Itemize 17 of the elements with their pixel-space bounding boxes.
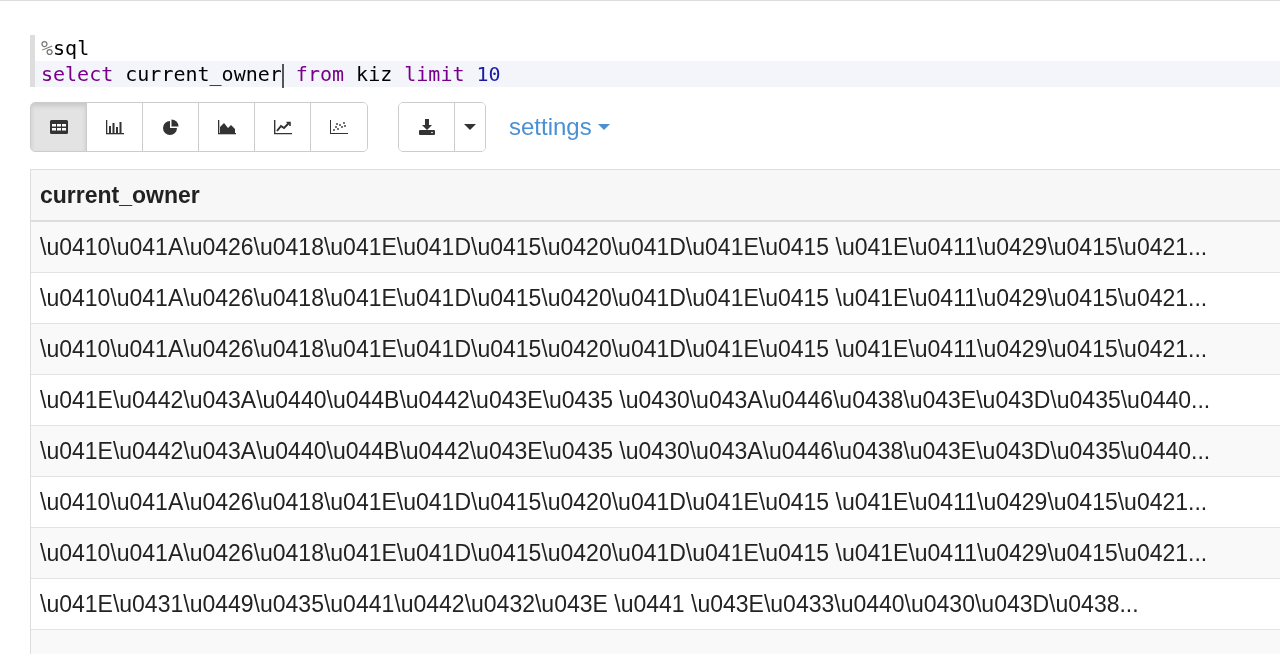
- bar-chart-icon: [104, 118, 125, 136]
- code-line: %sql: [40, 35, 91, 61]
- caret-icon: [464, 123, 476, 131]
- download-icon: [416, 118, 437, 136]
- settings-link[interactable]: settings: [509, 113, 610, 141]
- table-cell: \u0410\u041A\u0426\u0418\u041E\u041D\u0415\u0420\u041D\u041E\u0415 \u041E\u0411\u0429\u0415\u0421...: [31, 273, 1280, 324]
- table-chart-icon: [48, 118, 69, 136]
- table-view-button[interactable]: [31, 103, 87, 151]
- table-cell: \u041E\u0431\u0449\u0435\u0441\u0442\u0432\u043E \u0441 \u043E\u0433\u0440\u0430\u043D\u0438...: [31, 579, 1280, 630]
- table-cell: \u0410\u041A\u0426\u0418\u041E\u041D\u0415\u0420\u041D\u041E\u0415 \u041E\u0411\u0429\u0415\u0421...: [31, 477, 1280, 528]
- pie-chart-icon: [160, 118, 181, 136]
- table-cell: \u041E\u0442\u043A\u0440\u044B\u0442\u043E\u0435 \u0430\u043A\u0446\u0438\u043E\u043D\u0435\u0440...: [31, 375, 1280, 426]
- caret-icon: [597, 123, 610, 131]
- scatter-chart-icon: [329, 118, 349, 136]
- download-button[interactable]: [399, 103, 455, 151]
- area-chart-icon: [216, 118, 237, 136]
- line-chart-icon: [272, 118, 293, 136]
